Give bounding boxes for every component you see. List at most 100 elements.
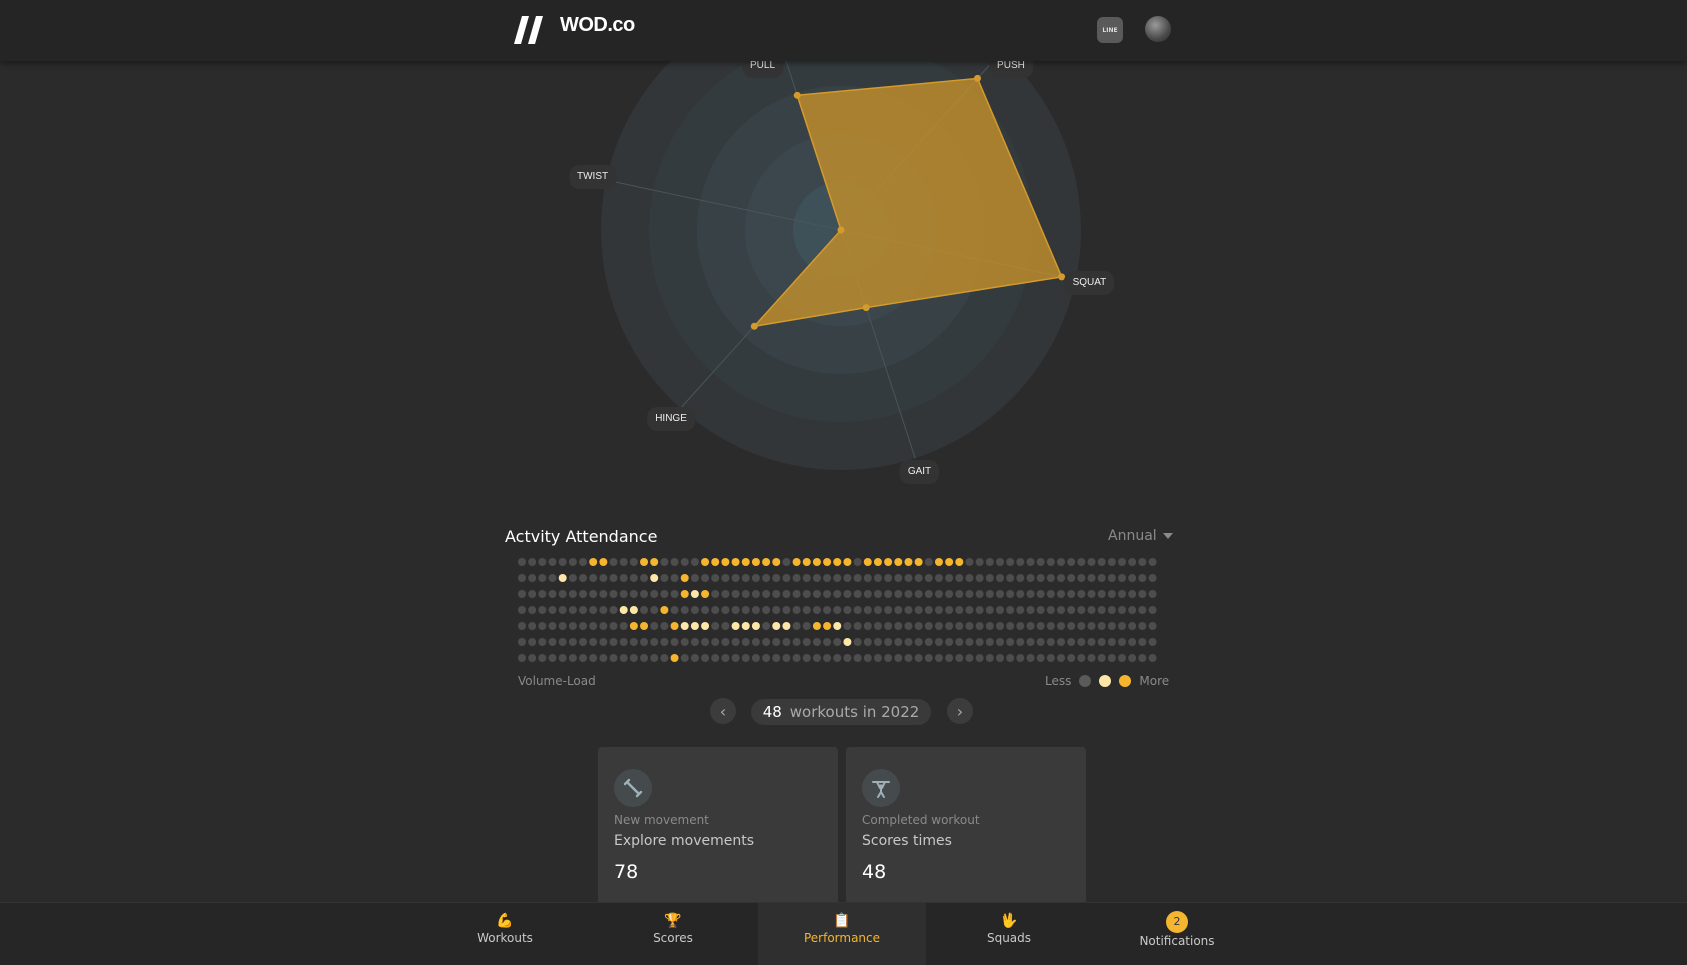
attendance-day-dot[interactable] [945, 590, 954, 598]
attendance-day-dot[interactable] [955, 590, 964, 598]
attendance-day-dot[interactable] [1016, 638, 1025, 646]
attendance-day-dot[interactable] [843, 622, 852, 630]
attendance-day-dot[interactable] [1016, 574, 1025, 582]
attendance-day-dot[interactable] [894, 622, 903, 630]
attendance-day-dot[interactable] [538, 622, 547, 630]
attendance-day-dot[interactable] [751, 590, 760, 598]
attendance-day-dot[interactable] [934, 606, 943, 614]
attendance-day-dot[interactable] [518, 622, 526, 630]
attendance-day-dot[interactable] [955, 622, 964, 630]
attendance-day-dot[interactable] [843, 590, 852, 598]
attendance-day-dot[interactable] [1118, 558, 1127, 566]
attendance-day-dot[interactable] [1097, 622, 1106, 630]
attendance-day-dot[interactable] [751, 574, 760, 582]
attendance-day-dot[interactable] [1016, 590, 1025, 598]
attendance-day-dot[interactable] [629, 574, 638, 582]
attendance-day-dot[interactable] [802, 654, 811, 662]
attendance-day-dot[interactable] [1067, 558, 1076, 566]
attendance-day-dot[interactable] [853, 622, 862, 630]
attendance-day-dot[interactable] [965, 574, 974, 582]
attendance-day-dot[interactable] [823, 606, 832, 614]
attendance-day-dot[interactable] [711, 558, 720, 566]
attendance-day-dot[interactable] [650, 622, 659, 630]
attendance-day-dot[interactable] [1148, 606, 1157, 614]
attendance-day-dot[interactable] [568, 558, 577, 566]
attendance-day-dot[interactable] [904, 574, 913, 582]
attendance-day-dot[interactable] [945, 558, 954, 566]
attendance-day-dot[interactable] [792, 622, 801, 630]
attendance-day-dot[interactable] [812, 574, 821, 582]
attendance-day-dot[interactable] [873, 638, 882, 646]
attendance-day-dot[interactable] [904, 558, 913, 566]
attendance-day-dot[interactable] [873, 654, 882, 662]
attendance-day-dot[interactable] [833, 590, 842, 598]
attendance-day-dot[interactable] [823, 638, 832, 646]
attendance-day-dot[interactable] [650, 606, 659, 614]
attendance-day-dot[interactable] [1077, 590, 1086, 598]
attendance-day-dot[interactable] [975, 654, 984, 662]
attendance-day-dot[interactable] [640, 558, 649, 566]
attendance-day-dot[interactable] [589, 622, 598, 630]
attendance-day-dot[interactable] [741, 622, 750, 630]
attendance-day-dot[interactable] [965, 606, 974, 614]
attendance-day-dot[interactable] [1128, 622, 1137, 630]
attendance-day-dot[interactable] [1016, 606, 1025, 614]
attendance-day-dot[interactable] [741, 606, 750, 614]
attendance-day-dot[interactable] [650, 638, 659, 646]
attendance-day-dot[interactable] [670, 574, 679, 582]
attendance-day-dot[interactable] [1006, 622, 1015, 630]
attendance-day-dot[interactable] [762, 606, 771, 614]
attendance-day-dot[interactable] [1138, 574, 1147, 582]
attendance-day-dot[interactable] [1128, 558, 1137, 566]
attendance-day-dot[interactable] [548, 606, 557, 614]
attendance-day-dot[interactable] [701, 622, 710, 630]
attendance-day-dot[interactable] [1006, 606, 1015, 614]
attendance-day-dot[interactable] [660, 622, 669, 630]
attendance-day-dot[interactable] [802, 558, 811, 566]
attendance-day-dot[interactable] [1046, 622, 1055, 630]
attendance-day-dot[interactable] [833, 606, 842, 614]
attendance-day-dot[interactable] [721, 638, 730, 646]
attendance-day-dot[interactable] [619, 590, 628, 598]
attendance-day-dot[interactable] [904, 654, 913, 662]
attendance-day-dot[interactable] [934, 622, 943, 630]
attendance-day-dot[interactable] [904, 606, 913, 614]
attendance-day-dot[interactable] [853, 590, 862, 598]
attendance-day-dot[interactable] [965, 558, 974, 566]
attendance-day-dot[interactable] [579, 574, 588, 582]
attendance-day-dot[interactable] [1097, 606, 1106, 614]
attendance-day-dot[interactable] [528, 654, 537, 662]
attendance-day-dot[interactable] [1138, 638, 1147, 646]
attendance-day-dot[interactable] [1077, 606, 1086, 614]
attendance-day-dot[interactable] [823, 558, 832, 566]
attendance-day-dot[interactable] [955, 558, 964, 566]
attendance-day-dot[interactable] [914, 558, 923, 566]
attendance-day-dot[interactable] [589, 574, 598, 582]
attendance-day-dot[interactable] [914, 654, 923, 662]
attendance-day-dot[interactable] [823, 574, 832, 582]
range-dropdown[interactable]: Annual [1108, 528, 1173, 544]
attendance-day-dot[interactable] [802, 590, 811, 598]
attendance-day-dot[interactable] [741, 590, 750, 598]
attendance-day-dot[interactable] [741, 558, 750, 566]
attendance-day-dot[interactable] [568, 574, 577, 582]
tab-notifications[interactable]: 2 Notifications [1093, 903, 1261, 965]
attendance-day-dot[interactable] [955, 606, 964, 614]
attendance-day-dot[interactable] [934, 558, 943, 566]
attendance-day-dot[interactable] [782, 606, 791, 614]
attendance-day-dot[interactable] [904, 638, 913, 646]
attendance-day-dot[interactable] [884, 654, 893, 662]
attendance-day-dot[interactable] [802, 574, 811, 582]
attendance-day-dot[interactable] [894, 606, 903, 614]
attendance-day-dot[interactable] [660, 638, 669, 646]
attendance-day-dot[interactable] [934, 638, 943, 646]
attendance-day-dot[interactable] [701, 590, 710, 598]
attendance-day-dot[interactable] [1057, 574, 1066, 582]
attendance-day-dot[interactable] [884, 574, 893, 582]
attendance-day-dot[interactable] [548, 622, 557, 630]
attendance-day-dot[interactable] [934, 654, 943, 662]
attendance-day-dot[interactable] [690, 638, 699, 646]
attendance-day-dot[interactable] [690, 558, 699, 566]
attendance-day-dot[interactable] [1107, 622, 1116, 630]
attendance-day-dot[interactable] [934, 574, 943, 582]
